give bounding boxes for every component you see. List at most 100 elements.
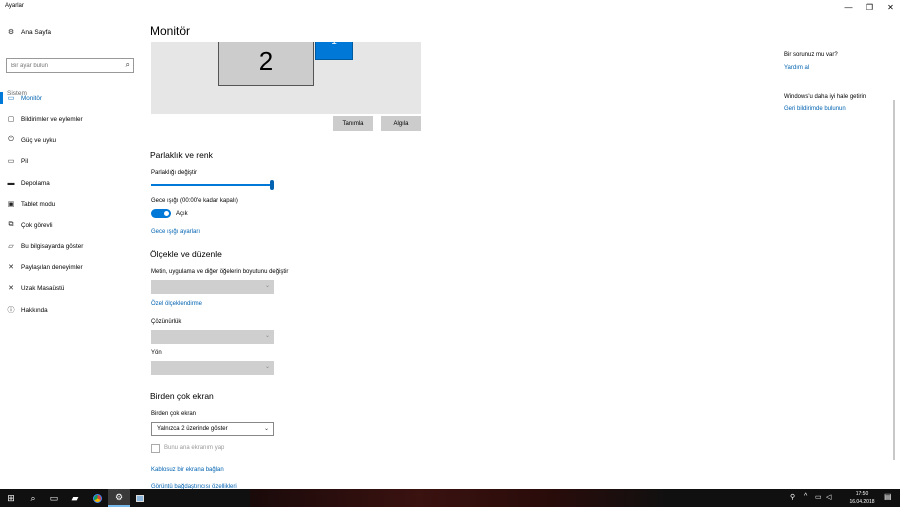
multi-display-dropdown[interactable]: Yalnızca 2 üzerinde göster ⌄ [151, 422, 274, 436]
detect-button[interactable]: Algıla [381, 116, 421, 131]
clock-time: 17:50 [855, 491, 869, 497]
clock-date: 16.04.2018 [849, 499, 875, 505]
monitor-icon: ▭ [7, 95, 15, 102]
brightness-slider-track[interactable] [151, 184, 272, 186]
multi-display-heading: Birden çok ekran [150, 391, 214, 401]
multi-display-label: Birden çok ekran [151, 411, 197, 417]
search-input[interactable] [11, 61, 119, 71]
sidebar-item-multitasking[interactable]: ⧉ Çok görevli [6, 219, 53, 231]
scrollbar[interactable] [893, 100, 895, 460]
toggle-knob [164, 211, 169, 216]
search-icon[interactable]: ⌕ [22, 489, 44, 507]
search-icon[interactable]: ⌕ [126, 60, 130, 70]
sidebar-item-label: Bu bilgisayarda göster [21, 242, 84, 250]
chrome-icon[interactable] [86, 489, 108, 507]
get-help-link[interactable]: Yardım al [784, 65, 809, 71]
multitask-icon: ⧉ [8, 221, 14, 228]
maximize-button[interactable]: ❐ [861, 0, 878, 14]
volume-icon[interactable]: ◁ [826, 493, 831, 501]
question-heading: Bir sorunuz mu var? [784, 52, 838, 58]
sidebar: ⚙ Ana Sayfa ⌕ Sistem ▭ Monitör ▢ Bildiri… [0, 14, 140, 489]
sidebar-item-label: Pil [21, 157, 28, 165]
taskbar-background [250, 489, 670, 507]
main-display-checkbox-label: Bunu ana ekranım yap [164, 445, 225, 451]
chevron-up-icon[interactable]: ^ [804, 493, 807, 500]
remote-icon: ✕ [8, 285, 14, 292]
sidebar-item-shared[interactable]: ✕ Paylaşılan deneyimler [6, 261, 83, 273]
multi-display-value: Yalnızca 2 üzerinde göster [157, 426, 228, 432]
chevron-down-icon: ⌄ [263, 426, 269, 432]
display-arrangement: 2 1 [151, 42, 421, 114]
people-icon[interactable]: ⚲ [790, 493, 795, 501]
sidebar-item-about[interactable]: ⓘ Hakkında [6, 304, 48, 316]
app-title: Ayarlar [5, 3, 24, 9]
sidebar-item-tablet[interactable]: ▣ Tablet modu [6, 198, 56, 210]
sidebar-item-label: Çok görevli [21, 221, 53, 229]
resolution-dropdown[interactable]: ⌄ [151, 330, 274, 344]
sidebar-item-label: Güç ve uyku [21, 136, 56, 144]
start-icon[interactable]: ⊞ [0, 489, 22, 507]
minimize-button[interactable]: — [840, 0, 857, 14]
title-bar: Ayarlar — ❐ ✕ [0, 0, 900, 14]
sidebar-item-remote[interactable]: ✕ Uzak Masaüstü [6, 282, 64, 294]
wireless-display-link[interactable]: Kablosuz bir ekrana bağlan [151, 467, 224, 473]
task-view-icon[interactable]: ▭ [43, 489, 65, 507]
power-icon: ⏻ [8, 136, 14, 143]
photos-icon[interactable] [129, 489, 151, 507]
monitor-2-tile[interactable]: 2 [218, 42, 314, 86]
taskbar: ⊞ ⌕ ▭ ▰ ⚙ ⚲ ^ ▭ ◁ 17:50 16.04.2018 ▤ [0, 489, 900, 507]
search-box[interactable]: ⌕ [6, 58, 134, 73]
scale-dropdown[interactable]: ⌄ [151, 280, 274, 294]
resolution-label: Çözünürlük [151, 319, 182, 325]
shared-icon: ✕ [8, 264, 14, 271]
sidebar-item-power[interactable]: ⏻ Güç ve uyku [6, 134, 56, 146]
project-icon: ▱ [8, 243, 14, 250]
night-light-label: Gece ışığı (00:00'e kadar kapalı) [151, 198, 238, 204]
chevron-down-icon: ⌄ [264, 364, 270, 370]
notification-icon: ▢ [7, 116, 15, 123]
sidebar-item-label: Uzak Masaüstü [21, 284, 65, 292]
page-title: Monitör [150, 24, 191, 38]
close-button[interactable]: ✕ [882, 0, 899, 14]
info-icon: ⓘ [7, 307, 15, 314]
feedback-link[interactable]: Geri bildirimde bulunun [784, 106, 846, 112]
scale-size-label: Metin, uygulama ve diğer öğelerin boyutu… [151, 269, 289, 275]
settings-taskbar-icon[interactable]: ⚙ [108, 489, 130, 507]
orientation-dropdown[interactable]: ⌄ [151, 361, 274, 375]
chevron-down-icon: ⌄ [264, 333, 270, 339]
battery-icon: ▭ [7, 158, 15, 165]
sidebar-item-storage[interactable]: ▬ Depolama [6, 177, 50, 189]
gear-icon: ⚙ [7, 29, 15, 36]
sidebar-item-projecting[interactable]: ▱ Bu bilgisayarda göster [6, 240, 83, 252]
monitor-1-tile[interactable]: 1 [315, 42, 353, 60]
tablet-icon: ▣ [7, 201, 15, 208]
sidebar-item-label: Tablet modu [21, 200, 56, 208]
main-display-checkbox[interactable] [151, 444, 160, 453]
sidebar-item-label: Hakkında [21, 306, 48, 314]
action-center-icon[interactable]: ▤ [884, 492, 892, 501]
sidebar-item-monitor[interactable]: ▭ Monitör [0, 92, 42, 104]
night-light-toggle[interactable] [151, 209, 171, 218]
file-explorer-icon[interactable]: ▰ [64, 489, 86, 507]
brightness-label: Parlaklığı değiştir [151, 170, 198, 176]
night-light-state: Açık [176, 211, 188, 217]
storage-icon: ▬ [7, 179, 15, 187]
night-light-settings-link[interactable]: Gece ışığı ayarları [151, 229, 200, 235]
identify-button[interactable]: Tanımla [333, 116, 373, 131]
sidebar-home[interactable]: ⚙ Ana Sayfa [6, 26, 51, 38]
sidebar-item-battery[interactable]: ▭ Pil [6, 155, 28, 167]
orientation-label: Yön [151, 350, 162, 356]
sidebar-item-label: Monitör [21, 94, 42, 102]
sidebar-home-label: Ana Sayfa [21, 28, 51, 36]
chevron-down-icon: ⌄ [264, 283, 270, 289]
improve-heading: Windows'u daha iyi hale getirin [784, 94, 867, 100]
sidebar-item-label: Depolama [21, 179, 50, 187]
sidebar-item-label: Paylaşılan deneyimler [21, 263, 83, 271]
brightness-heading: Parlaklık ve renk [150, 150, 213, 160]
custom-scaling-link[interactable]: Özel ölçeklendirme [151, 301, 202, 307]
network-icon[interactable]: ▭ [815, 493, 822, 501]
taskbar-clock[interactable]: 17:50 16.04.2018 [842, 490, 882, 506]
scale-heading: Ölçekle ve düzenle [150, 249, 222, 259]
brightness-slider-thumb[interactable] [270, 180, 274, 190]
sidebar-item-notifications[interactable]: ▢ Bildirimler ve eylemler [6, 113, 83, 125]
